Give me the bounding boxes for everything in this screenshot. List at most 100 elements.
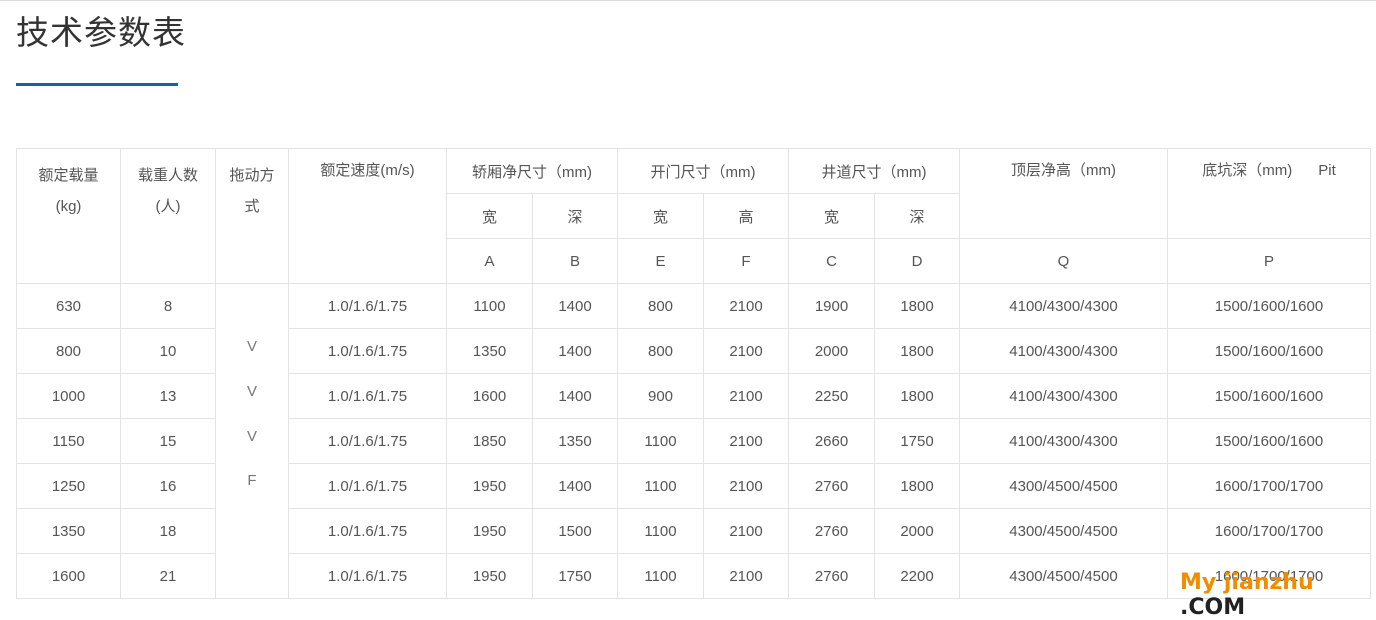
cell-persons: 21	[120, 553, 216, 599]
cell-persons: 16	[120, 463, 216, 509]
cell-shaft-d: 2000	[874, 508, 960, 554]
cell-door-f: 2100	[703, 508, 789, 554]
table-header: 额定载量 (kg) 载重人数 (人) 拖动方 式 额定速度(m/s) 轿厢净尺寸…	[16, 148, 1371, 284]
cell-speed: 1.0/1.6/1.75	[288, 418, 447, 464]
cell-car-b: 1400	[532, 283, 618, 329]
site-watermark: My jianzhu .COM	[1180, 570, 1376, 620]
cell-overhead-q: 4100/4300/4300	[959, 418, 1168, 464]
cell-overhead-q: 4100/4300/4300	[959, 373, 1168, 419]
header-code-p: P	[1167, 238, 1371, 284]
cell-persons: 13	[120, 373, 216, 419]
cell-load: 800	[16, 328, 121, 374]
cell-shaft-d: 2200	[874, 553, 960, 599]
header-car-size: 轿厢净尺寸（mm)	[446, 148, 618, 194]
top-divider	[0, 0, 1376, 1]
cell-shaft-c: 2760	[788, 463, 875, 509]
cell-car-b: 1400	[532, 463, 618, 509]
header-rated-load-line2: (kg)	[55, 198, 82, 215]
cell-car-a: 1350	[446, 328, 533, 374]
cell-shaft-c: 2660	[788, 418, 875, 464]
cell-speed: 1.0/1.6/1.75	[288, 553, 447, 599]
cell-car-a: 1950	[446, 553, 533, 599]
title-underline	[16, 83, 178, 86]
cell-speed: 1.0/1.6/1.75	[288, 508, 447, 554]
header-rated-load-line1: 额定载量	[38, 167, 99, 184]
header-shaft-depth: 深	[874, 193, 960, 239]
cell-door-f: 2100	[703, 283, 789, 329]
table-body: 630 8 V V V F 1.0/1.6/1.75 1100 1400 800…	[16, 283, 1371, 599]
cell-load: 1350	[16, 508, 121, 554]
header-persons: 载重人数 (人)	[120, 148, 216, 284]
header-overhead: 顶层净高（mm)	[959, 148, 1168, 239]
cell-car-b: 1400	[532, 328, 618, 374]
header-code-e: E	[617, 238, 704, 284]
cell-car-b: 1400	[532, 373, 618, 419]
watermark-part1: My jianzhu	[1180, 570, 1314, 595]
header-code-q: Q	[959, 238, 1168, 284]
cell-shaft-c: 2760	[788, 553, 875, 599]
cell-load: 1150	[16, 418, 121, 464]
cell-overhead-q: 4100/4300/4300	[959, 283, 1168, 329]
cell-speed: 1.0/1.6/1.75	[288, 373, 447, 419]
drive-letter: V	[246, 382, 257, 400]
cell-overhead-q: 4300/4500/4500	[959, 508, 1168, 554]
cell-overhead-q: 4100/4300/4300	[959, 328, 1168, 374]
cell-door-e: 1100	[617, 553, 704, 599]
cell-pit-p: 1500/1600/1600	[1167, 328, 1371, 374]
cell-pit-p: 1500/1600/1600	[1167, 418, 1371, 464]
cell-shaft-c: 1900	[788, 283, 875, 329]
cell-door-f: 2100	[703, 463, 789, 509]
cell-drive-type: V V V F	[215, 283, 289, 599]
table-row: 630 8 V V V F 1.0/1.6/1.75 1100 1400 800…	[16, 283, 1371, 599]
cell-door-f: 2100	[703, 328, 789, 374]
cell-overhead-q: 4300/4500/4500	[959, 463, 1168, 509]
header-drive-line1: 拖动方	[229, 167, 275, 184]
cell-shaft-d: 1800	[874, 283, 960, 329]
cell-door-f: 2100	[703, 553, 789, 599]
cell-car-b: 1750	[532, 553, 618, 599]
header-code-b: B	[532, 238, 618, 284]
header-door-size: 开门尺寸（mm)	[617, 148, 789, 194]
header-code-c: C	[788, 238, 875, 284]
cell-overhead-q: 4300/4500/4500	[959, 553, 1168, 599]
cell-pit-p: 1500/1600/1600	[1167, 373, 1371, 419]
cell-door-e: 800	[617, 328, 704, 374]
spec-table: 额定载量 (kg) 载重人数 (人) 拖动方 式 额定速度(m/s) 轿厢净尺寸…	[16, 148, 1371, 599]
page-title: 技术参数表	[16, 13, 186, 52]
header-code-d: D	[874, 238, 960, 284]
header-rated-load: 额定载量 (kg)	[16, 148, 121, 284]
header-persons-line1: 载重人数	[137, 167, 198, 184]
header-pit-depth: 底坑深（mm) Pit	[1167, 148, 1371, 239]
header-drive-line2: 式	[244, 198, 260, 215]
cell-car-a: 1100	[446, 283, 533, 329]
header-drive-type: 拖动方 式	[215, 148, 289, 284]
header-car-depth: 深	[532, 193, 618, 239]
cell-door-f: 2100	[703, 373, 789, 419]
cell-persons: 18	[120, 508, 216, 554]
cell-persons: 15	[120, 418, 216, 464]
header-shaft-size: 井道尺寸（mm)	[788, 148, 960, 194]
cell-speed: 1.0/1.6/1.75	[288, 328, 447, 374]
header-persons-line2: (人)	[155, 198, 181, 215]
header-shaft-width: 宽	[788, 193, 875, 239]
cell-car-a: 1600	[446, 373, 533, 419]
cell-speed: 1.0/1.6/1.75	[288, 283, 447, 329]
cell-shaft-d: 1750	[874, 418, 960, 464]
cell-shaft-c: 2000	[788, 328, 875, 374]
header-door-width: 宽	[617, 193, 704, 239]
cell-persons: 8	[120, 283, 216, 329]
cell-car-a: 1950	[446, 463, 533, 509]
header-code-f: F	[703, 238, 789, 284]
cell-shaft-d: 1800	[874, 328, 960, 374]
drive-letter: F	[247, 472, 257, 490]
cell-load: 1600	[16, 553, 121, 599]
header-door-height: 高	[703, 193, 789, 239]
cell-load: 630	[16, 283, 121, 329]
cell-door-f: 2100	[703, 418, 789, 464]
drive-letter: V	[246, 338, 257, 355]
cell-car-b: 1500	[532, 508, 618, 554]
cell-pit-p: 1500/1600/1600	[1167, 283, 1371, 329]
header-pit-en: Pit	[1318, 162, 1336, 179]
header-pit-label: 底坑深（mm)	[1202, 162, 1293, 179]
cell-car-a: 1850	[446, 418, 533, 464]
